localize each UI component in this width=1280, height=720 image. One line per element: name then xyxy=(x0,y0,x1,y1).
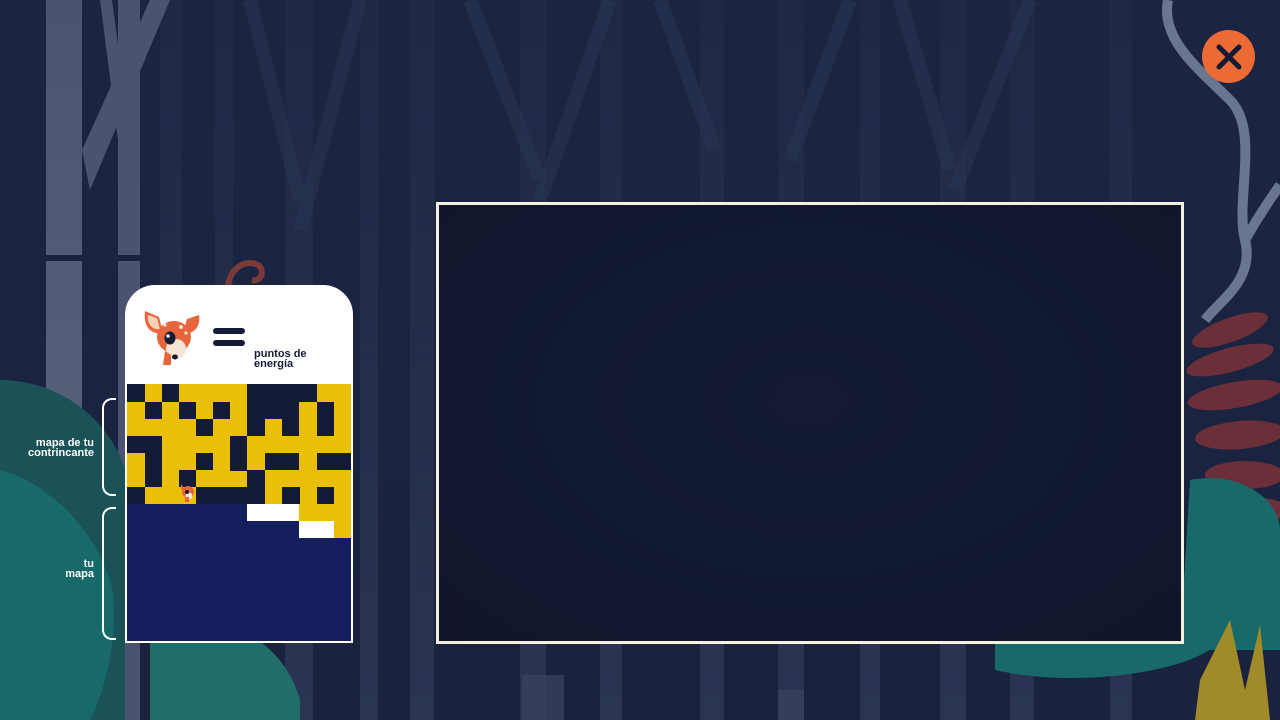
opponent-map-bracket xyxy=(102,398,116,496)
game-board xyxy=(127,384,351,641)
legend-card: puntos de energía xyxy=(125,285,353,643)
your-map-label: tu mapa xyxy=(65,558,94,580)
deer-icon xyxy=(144,311,200,365)
your-map-bracket xyxy=(102,507,116,640)
opponent-map-label: mapa de tu contrincante xyxy=(27,437,94,459)
your-map xyxy=(127,504,351,641)
legend-header: puntos de energía xyxy=(127,287,351,384)
main-game-panel[interactable] xyxy=(436,202,1184,644)
energy-points-label: puntos de energía xyxy=(254,348,307,370)
equals-icon xyxy=(213,328,245,350)
close-icon xyxy=(1216,44,1241,69)
close-button[interactable] xyxy=(1202,30,1255,83)
